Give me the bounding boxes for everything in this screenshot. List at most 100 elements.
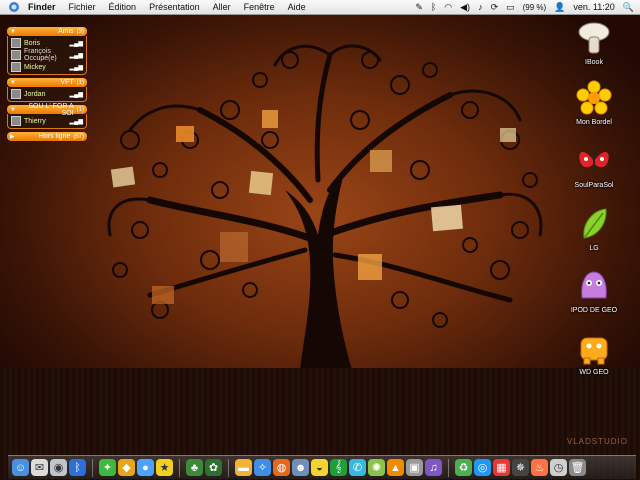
buddy-list-window: ▼ Amis (3) Boris ▂▄▆ François Occupé(e) … [7,24,87,141]
signal-bars-icon: ▂▄▆ [69,65,83,71]
spotlight-icon[interactable]: 🔍 [623,0,634,14]
wifi-icon[interactable]: ◠ [444,0,452,14]
desktop-icon-label: Mon Bordel [576,119,612,126]
buddy-name: Jordan [24,90,46,98]
battery-percentage: (99 %) [522,2,547,12]
buddy-row[interactable]: François Occupé(e) ▂▄▆ [8,48,86,62]
clock-icon[interactable]: ◷ [550,459,567,476]
trash-icon[interactable]: 🗑 [569,459,586,476]
disk-icon[interactable]: ◉ [50,459,67,476]
app-green-icon[interactable]: ✦ [99,459,116,476]
menu-fenetre[interactable]: Fenêtre [244,2,275,12]
buddy-group-members: Thierry ▂▄▆ [7,114,87,129]
recycle-icon[interactable]: ♻ [455,459,472,476]
apple-menu-icon[interactable] [8,1,20,13]
menu-clock[interactable]: ven. 11:20 [573,2,614,12]
script-icon[interactable]: ✎ [415,0,423,14]
menu-aller[interactable]: Aller [213,2,231,12]
buddy-row[interactable]: Thierry ▂▄▆ [8,115,86,127]
vlc-icon[interactable]: ▲ [387,459,404,476]
bluetooth-icon[interactable]: ᛒ [69,459,86,476]
desktop-wallpaper: VLADSTUDIO [0,0,640,480]
avatar [11,50,21,60]
menu-presentation[interactable]: Présentation [149,2,200,12]
signal-bars-icon: ▂▄▆ [69,41,83,47]
purple-creature-icon [581,271,607,299]
itunes-icon[interactable]: ♫ [425,459,442,476]
mushroom-icon [578,22,610,54]
menu-aide[interactable]: Aide [288,2,306,12]
calendar-icon[interactable]: ▦ [493,459,510,476]
app-yellow-icon[interactable]: ★ [156,459,173,476]
buddy-row[interactable]: Mickey ▂▄▆ [8,61,86,73]
group-name: VFT [60,79,74,86]
user-icon[interactable]: 👤 [554,0,565,14]
menu-edition[interactable]: Édition [109,2,137,12]
group-count: (1) [76,106,84,113]
user-icon[interactable]: ☻ [292,459,309,476]
music-icon[interactable]: 𝄞 [330,459,347,476]
battery-icon[interactable]: ▭ [506,0,515,14]
signal-bars-icon: ▂▄▆ [69,53,83,59]
desktop-icon-label: IBook [585,59,603,66]
spider-icon[interactable]: ✵ [512,459,529,476]
folder-icon[interactable]: ▬ [235,459,252,476]
dock-separator [448,458,449,477]
group-count: (3) [76,28,84,35]
group-count: (1) [76,79,84,86]
desktop-icon-mon-bordel[interactable]: Mon Bordel [562,80,626,126]
group-name: Amis [58,28,74,35]
plant-icon[interactable]: ✿ [205,459,222,476]
chat-icon[interactable]: ✆ [349,459,366,476]
desktop-icon-label: IPOD DE GEO [570,307,618,314]
group-name: Hors ligne [38,133,71,140]
menu-app-finder[interactable]: Finder [28,2,56,12]
disclosure-triangle-icon[interactable]: ▼ [10,107,16,113]
buddy-name: Mickey [24,63,46,71]
avatar [11,116,21,126]
desktop-icon-ibook[interactable]: IBook [562,20,626,66]
buddy-group-vft[interactable]: ▼ VFT (1) [7,78,87,87]
group-count: (57) [73,133,84,140]
dock-separator [179,458,180,477]
safari-icon[interactable]: ✧ [254,459,271,476]
globe-icon[interactable]: ◎ [474,459,491,476]
avatar [11,62,21,72]
disclosure-triangle-icon[interactable]: ▼ [10,80,16,86]
dock-separator [228,458,229,477]
buddy-group-members: Jordan ▂▄▆ [7,87,87,102]
torch-icon[interactable]: ♨ [531,459,548,476]
buddy-group-amis[interactable]: ▼ Amis (3) [7,27,87,36]
bluetooth-icon[interactable]: ᛒ [431,0,436,14]
menu-fichier[interactable]: Fichier [69,2,96,12]
disclosure-triangle-icon[interactable]: ▼ [10,29,16,35]
wallpaper-watermark: VLADSTUDIO [566,437,628,446]
buddy-row[interactable]: Jordan ▂▄▆ [8,88,86,100]
disclosure-triangle-icon[interactable]: ▶ [10,133,15,140]
mail-icon[interactable]: ✉ [31,459,48,476]
compass-icon[interactable]: ✺ [368,459,385,476]
buddy-name: Thierry [24,117,46,125]
signal-bars-icon: ▂▄▆ [69,119,83,125]
buddy-group-hors-ligne[interactable]: ▶ Hors ligne (57) [7,132,87,141]
desktop-icon-soulparasol[interactable]: SoulParaSol [562,143,626,189]
desktop-icon-wd-geo[interactable]: WD GEO [562,330,626,376]
finder-icon[interactable]: ☺ [12,459,29,476]
app-orange-icon[interactable]: ◆ [118,459,135,476]
sync-icon[interactable]: ⟳ [491,0,499,14]
tree-icon[interactable]: ♣ [186,459,203,476]
orange-creature-icon [580,337,608,365]
butterfly-icon [579,151,609,171]
duck-icon[interactable]: ◒ [311,459,328,476]
desktop-icon-lg[interactable]: LG [562,206,626,252]
desktop-icon-ipod-de-geo[interactable]: IPOD DE GEO [562,268,626,314]
firefox-icon[interactable]: ◍ [273,459,290,476]
avatar [11,38,21,48]
buddy-group-sou[interactable]: ▼ SOU L' FOR A SOI (1) [7,103,87,117]
app-blue-icon[interactable]: ● [137,459,154,476]
music-note-icon[interactable]: ♪ [478,0,483,14]
avatar [11,89,21,99]
photo-icon[interactable]: ▣ [406,459,423,476]
desktop-icon-label: WD GEO [579,369,609,376]
volume-icon[interactable]: ◀) [460,0,470,14]
